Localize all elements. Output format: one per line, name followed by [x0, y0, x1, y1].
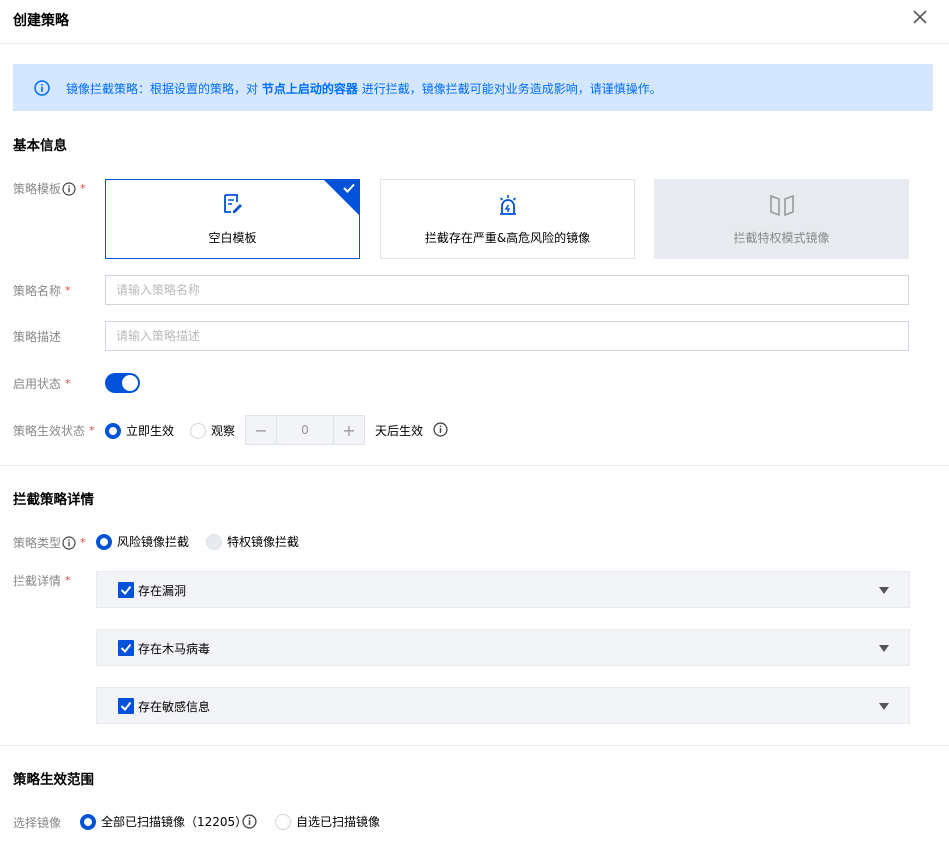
close-icon[interactable]: [912, 9, 928, 25]
detail-label-text: 拦截详情: [13, 574, 62, 588]
policy-name-input[interactable]: [105, 275, 909, 305]
radio-dot: [105, 422, 121, 439]
radio-dot: [96, 533, 112, 550]
required-mark: *: [65, 574, 71, 587]
alert-text-bold: 节点上启动的容器: [261, 82, 358, 96]
template-card-label: 拦截特权模式镜像: [733, 231, 830, 245]
section-title-basic: 基本信息: [13, 138, 67, 154]
radio-custom-scanned[interactable]: 自选已扫描镜像: [275, 813, 380, 830]
alert-text-after: 进行拦截，镜像拦截可能对业务造成影响，请谨慎操作。: [361, 82, 662, 96]
template-card-privileged: 拦截特权模式镜像: [654, 179, 909, 259]
radio-dot: [275, 813, 291, 830]
caret-down-icon[interactable]: [879, 587, 889, 594]
name-label-text: 策略名称: [13, 284, 62, 298]
help-icon[interactable]: [242, 814, 257, 829]
panel-label: 存在敏感信息: [138, 700, 211, 714]
section-divider: [0, 465, 949, 466]
help-icon[interactable]: [433, 422, 448, 437]
select-image-label-text: 选择镜像: [13, 816, 62, 830]
radio-label: 风险镜像拦截: [117, 535, 190, 549]
checkbox[interactable]: [118, 698, 134, 714]
template-card-blank[interactable]: 空白模板: [105, 179, 360, 259]
enable-toggle[interactable]: [105, 373, 140, 393]
enable-label: 启用状态 *: [13, 375, 71, 392]
radio-all-scanned[interactable]: 全部已扫描镜像（12205）: [80, 813, 247, 830]
template-label: 策略模板 *: [13, 180, 86, 197]
checkmark-icon: [343, 183, 355, 193]
radio-label: 观察: [211, 424, 236, 438]
required-mark: *: [89, 424, 95, 437]
required-mark: *: [80, 536, 86, 549]
select-image-label: 选择镜像: [13, 814, 61, 831]
section-divider: [0, 745, 949, 746]
radio-immediate[interactable]: 立即生效: [105, 422, 174, 439]
stepper-minus-button[interactable]: −: [246, 416, 276, 444]
caret-down-icon[interactable]: [879, 645, 889, 652]
detail-label: 拦截详情 *: [13, 572, 71, 589]
effect-label: 策略生效状态 *: [13, 422, 95, 439]
privileged-mode-icon: [769, 194, 794, 217]
type-label: 策略类型 *: [13, 534, 86, 551]
radio-risk-image[interactable]: 风险镜像拦截: [96, 533, 189, 550]
radio-dot: [80, 813, 96, 830]
stepper-value[interactable]: 0: [276, 416, 334, 444]
radio-label: 特权镜像拦截: [227, 535, 300, 549]
checkmark-icon: [120, 585, 132, 596]
caret-down-icon[interactable]: [879, 703, 889, 710]
info-alert: 镜像拦截策略：根据设置的策略，对 节点上启动的容器 进行拦截，镜像拦截可能对业务…: [13, 64, 933, 111]
radio-label: 自选已扫描镜像: [296, 815, 381, 829]
panel-label: 存在漏洞: [138, 584, 187, 598]
checkbox[interactable]: [118, 640, 134, 656]
checkmark-icon: [120, 643, 132, 654]
template-card-severe-risk[interactable]: 拦截存在严重&高危风险的镜像: [380, 179, 635, 259]
required-mark: *: [65, 284, 71, 297]
required-mark: *: [80, 182, 86, 195]
section-title-scope: 策略生效范围: [13, 772, 94, 788]
enable-label-text: 启用状态: [13, 377, 62, 391]
days-suffix-text: 天后生效: [375, 424, 424, 438]
radio-privileged-image[interactable]: 特权镜像拦截: [206, 533, 299, 550]
name-label: 策略名称 *: [13, 282, 71, 299]
desc-label-text: 策略描述: [13, 330, 62, 344]
collapse-panel-trojan[interactable]: 存在木马病毒: [96, 629, 910, 666]
collapse-panel-sensitive-info[interactable]: 存在敏感信息: [96, 687, 910, 724]
help-icon[interactable]: [62, 181, 76, 196]
edit-document-icon: [223, 194, 242, 213]
radio-label: 立即生效: [126, 424, 175, 438]
template-card-label: 空白模板: [208, 231, 257, 245]
checkmark-icon: [120, 701, 132, 712]
days-stepper: − 0 +: [245, 415, 365, 445]
panel-label: 存在木马病毒: [138, 642, 211, 656]
collapse-panel-vulnerability[interactable]: 存在漏洞: [96, 571, 910, 608]
radio-observe[interactable]: 观察: [190, 422, 235, 439]
stepper-plus-button[interactable]: +: [334, 416, 364, 444]
type-label-text: 策略类型: [13, 536, 62, 550]
days-suffix: 天后生效: [375, 422, 423, 439]
radio-label: 全部已扫描镜像（12205）: [101, 815, 248, 829]
checkbox[interactable]: [118, 582, 134, 598]
dialog-title: 创建策略: [13, 13, 69, 29]
policy-description-input[interactable]: [105, 321, 909, 351]
alert-text: 镜像拦截策略：根据设置的策略，对 节点上启动的容器 进行拦截，镜像拦截可能对业务…: [66, 80, 662, 97]
radio-dot: [190, 422, 206, 439]
help-icon[interactable]: [62, 535, 76, 550]
required-mark: *: [65, 377, 71, 390]
desc-label: 策略描述: [13, 328, 61, 345]
effect-label-text: 策略生效状态: [13, 424, 86, 438]
alarm-light-icon: [499, 195, 516, 215]
template-label-text: 策略模板: [13, 182, 62, 196]
template-card-label: 拦截存在严重&高危风险的镜像: [424, 231, 591, 245]
radio-dot: [206, 533, 222, 550]
alert-text-before: 镜像拦截策略：根据设置的策略，对: [66, 82, 259, 96]
dialog-header: 创建策略: [0, 0, 949, 44]
info-icon: [34, 80, 50, 96]
toggle-knob: [122, 375, 138, 391]
section-title-detail: 拦截策略详情: [13, 492, 94, 508]
